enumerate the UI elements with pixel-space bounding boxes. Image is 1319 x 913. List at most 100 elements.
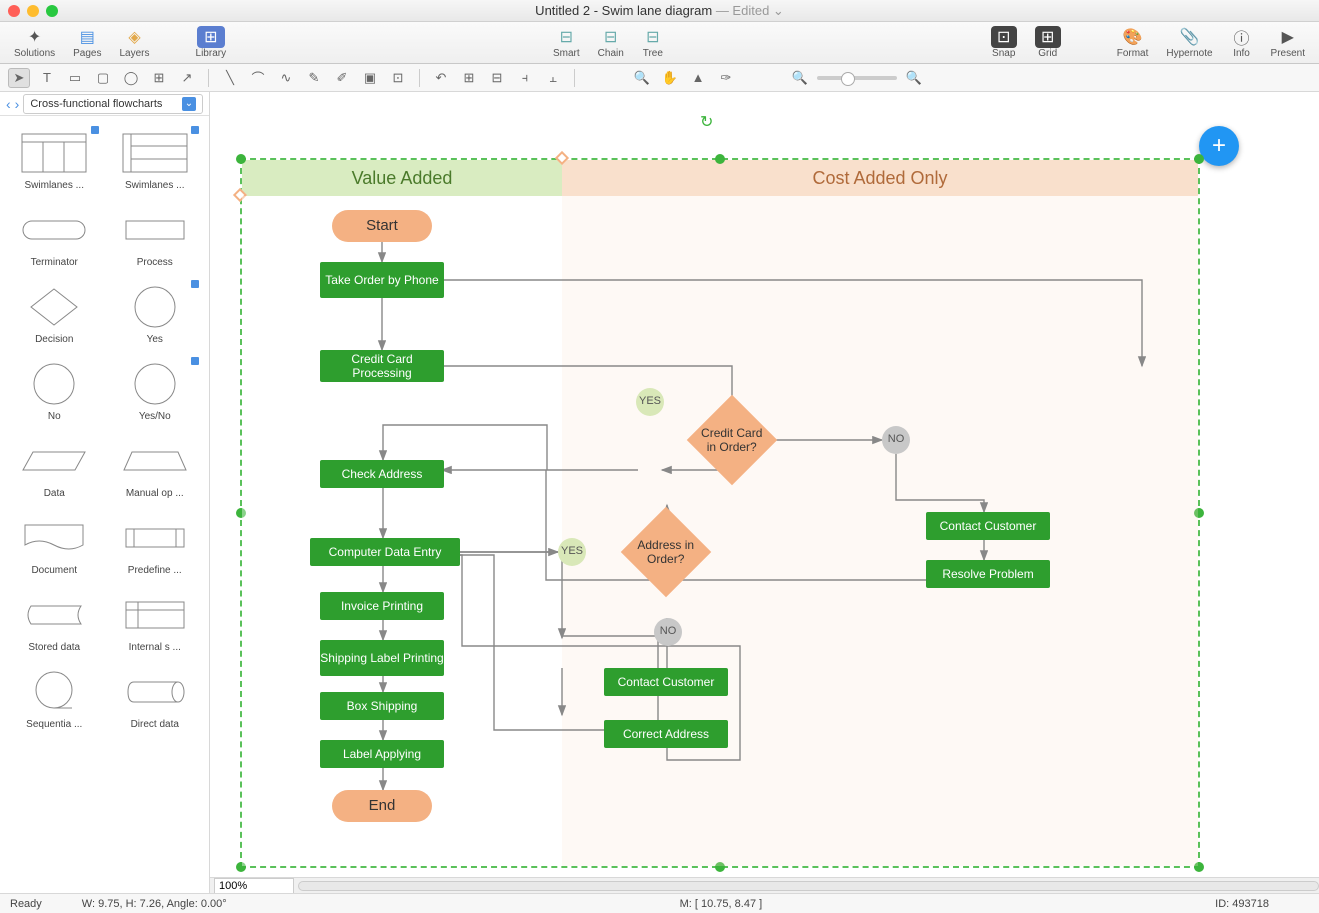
shape-direct[interactable]: Direct data xyxy=(105,663,206,736)
group-tool[interactable]: ⊞ xyxy=(458,68,480,88)
node-end[interactable]: End xyxy=(332,790,432,822)
node-contact-customer-2[interactable]: Contact Customer xyxy=(604,668,728,696)
scrollbar-track[interactable] xyxy=(298,881,1319,891)
node-shipping-label[interactable]: Shipping Label Printing xyxy=(320,640,444,676)
eyedropper-tool[interactable]: ✑ xyxy=(715,68,737,88)
pointer-tool[interactable]: ➤ xyxy=(8,68,30,88)
actual-size-tool[interactable]: ▲ xyxy=(687,68,709,88)
info-button[interactable]: ⓘInfo xyxy=(1223,24,1261,61)
shape-expand-icon xyxy=(191,357,199,365)
arc-tool[interactable]: ⌒ xyxy=(247,68,269,88)
label-yes[interactable]: YES xyxy=(636,388,664,416)
shape-stored[interactable]: Stored data xyxy=(4,586,105,659)
shape-document[interactable]: Document xyxy=(4,509,105,582)
node-label-applying[interactable]: Label Applying xyxy=(320,740,444,768)
zoom-field[interactable] xyxy=(214,878,294,894)
shape-data[interactable]: Data xyxy=(4,432,105,505)
library-button[interactable]: ⊞Library xyxy=(188,24,235,61)
shape-preview xyxy=(120,284,190,330)
node-computer-data[interactable]: Computer Data Entry xyxy=(310,538,460,566)
library-selector[interactable]: Cross-functional flowcharts ⌄ xyxy=(23,94,203,114)
shape-manual[interactable]: Manual op ... xyxy=(105,432,206,505)
selection-handle[interactable] xyxy=(236,154,246,164)
connector-tool[interactable]: ╲ xyxy=(219,68,241,88)
node-take-order[interactable]: Take Order by Phone xyxy=(320,262,444,298)
node-credit-processing[interactable]: Credit Card Processing xyxy=(320,350,444,382)
format-button[interactable]: 🎨Format xyxy=(1109,24,1157,61)
node-start[interactable]: Start xyxy=(332,210,432,242)
pages-button[interactable]: ▤Pages xyxy=(65,24,109,61)
shape-swimlanes-h[interactable]: Swimlanes ... xyxy=(105,124,206,197)
table-tool[interactable]: ⊞ xyxy=(148,68,170,88)
shape-label: Yes xyxy=(147,334,163,345)
swimlane-container[interactable]: Value Added Cost Added Only xyxy=(240,158,1200,868)
selection-handle[interactable] xyxy=(715,154,725,164)
shape-preview xyxy=(19,207,89,253)
shape-swimlanes-v[interactable]: Swimlanes ... xyxy=(4,124,105,197)
shape-process[interactable]: Process xyxy=(105,201,206,274)
shape-circle[interactable]: Yes xyxy=(105,278,206,351)
solutions-button[interactable]: ✦Solutions xyxy=(6,24,63,61)
zoom-slider[interactable] xyxy=(817,76,897,80)
rounded-rect-tool[interactable]: ▢ xyxy=(92,68,114,88)
zoom-in-icon[interactable]: 🔍 xyxy=(903,68,925,88)
shape-decision[interactable]: Decision xyxy=(4,278,105,351)
shape-terminator[interactable]: Terminator xyxy=(4,201,105,274)
horizontal-scrollbar[interactable] xyxy=(210,877,1319,893)
shape-circle[interactable]: No xyxy=(4,355,105,428)
tree-button[interactable]: ⊟Tree xyxy=(634,24,672,61)
rect-tool[interactable]: ▭ xyxy=(64,68,86,88)
pen-tool[interactable]: ✎ xyxy=(303,68,325,88)
ellipse-tool[interactable]: ◯ xyxy=(120,68,142,88)
maximize-window[interactable] xyxy=(46,5,58,17)
node-resolve-problem[interactable]: Resolve Problem xyxy=(926,560,1050,588)
layers-button[interactable]: ◈Layers xyxy=(112,24,158,61)
lane-header-cost-added[interactable]: Cost Added Only xyxy=(562,160,1198,196)
undo-tool[interactable]: ↶ xyxy=(430,68,452,88)
shape-internal[interactable]: Internal s ... xyxy=(105,586,206,659)
pencil-tool[interactable]: ✐ xyxy=(331,68,353,88)
node-contact-customer[interactable]: Contact Customer xyxy=(926,512,1050,540)
align-tool[interactable]: ⫞ xyxy=(514,68,536,88)
label-no[interactable]: NO xyxy=(882,426,910,454)
library-back-icon[interactable]: ‹ xyxy=(6,96,11,112)
shape-label: Sequentia ... xyxy=(26,719,82,730)
node-box-shipping[interactable]: Box Shipping xyxy=(320,692,444,720)
shape-sequential[interactable]: Sequentia ... xyxy=(4,663,105,736)
add-button[interactable]: + xyxy=(1199,126,1239,166)
node-correct-address[interactable]: Correct Address xyxy=(604,720,728,748)
spline-tool[interactable]: ∿ xyxy=(275,68,297,88)
shape-label: Data xyxy=(44,488,65,499)
shape-predefined[interactable]: Predefine ... xyxy=(105,509,206,582)
label-no[interactable]: NO xyxy=(654,618,682,646)
minimize-window[interactable] xyxy=(27,5,39,17)
zoom-in-tool[interactable]: 🔍 xyxy=(631,68,653,88)
line-tool[interactable]: ↗ xyxy=(176,68,198,88)
text-tool[interactable]: T xyxy=(36,68,58,88)
zoom-out-icon[interactable]: 🔍 xyxy=(789,68,811,88)
node-check-address[interactable]: Check Address xyxy=(320,460,444,488)
library-forward-icon[interactable]: › xyxy=(15,96,20,112)
shape-preview xyxy=(19,130,89,176)
lane-header-value-added[interactable]: Value Added xyxy=(242,160,562,196)
smart-button[interactable]: ⊟Smart xyxy=(545,24,588,61)
stamp-tool[interactable]: ▣ xyxy=(359,68,381,88)
distribute-tool[interactable]: ⫠ xyxy=(542,68,564,88)
present-button[interactable]: ▶Present xyxy=(1263,24,1313,61)
close-window[interactable] xyxy=(8,5,20,17)
label-yes[interactable]: YES xyxy=(558,538,586,566)
rotation-indicator-icon[interactable]: ↻ xyxy=(700,112,713,132)
hypernote-button[interactable]: 📎Hypernote xyxy=(1158,24,1220,61)
snap-button[interactable]: ⊡Snap xyxy=(983,24,1025,61)
status-bar: Ready W: 9.75, H: 7.26, Angle: 0.00° M: … xyxy=(0,893,1319,913)
crop-tool[interactable]: ⊡ xyxy=(387,68,409,88)
shape-circle[interactable]: Yes/No xyxy=(105,355,206,428)
grid-button[interactable]: ⊞Grid xyxy=(1027,24,1069,61)
canvas-area[interactable]: ↻ + Value Added Cost Added Only xyxy=(210,92,1319,893)
pan-tool[interactable]: ✋ xyxy=(659,68,681,88)
chain-button[interactable]: ⊟Chain xyxy=(590,24,632,61)
node-invoice[interactable]: Invoice Printing xyxy=(320,592,444,620)
selection-handle[interactable] xyxy=(1194,154,1204,164)
ungroup-tool[interactable]: ⊟ xyxy=(486,68,508,88)
title-dropdown-icon[interactable]: ⌄ xyxy=(769,3,784,18)
